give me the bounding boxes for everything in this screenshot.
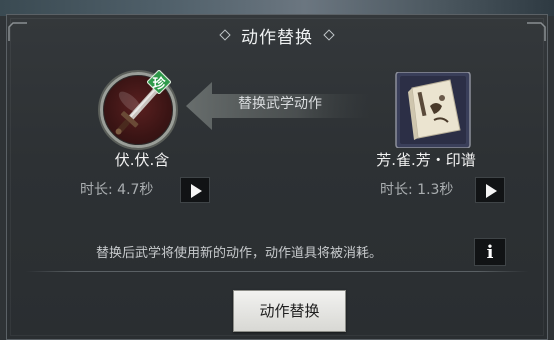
current-move-duration: 时长: 4.7秒 xyxy=(80,182,154,198)
new-move-duration: 时长: 1.3秒 xyxy=(380,182,454,198)
new-move-name: 芳.雀.芳・印谱 xyxy=(376,151,476,169)
info-icon: i xyxy=(486,242,494,263)
dialog-header: 动作替换 xyxy=(0,22,554,48)
play-icon xyxy=(191,184,202,198)
diamond-icon xyxy=(323,29,335,41)
preview-new-move-button[interactable] xyxy=(475,177,505,203)
replace-notice-text: 替换后武学将使用新的动作，动作道具将被消耗。 xyxy=(96,246,383,261)
scroll-book-icon[interactable] xyxy=(394,72,472,148)
diamond-icon xyxy=(219,29,231,41)
preview-current-move-button[interactable] xyxy=(180,177,210,203)
info-button[interactable]: i xyxy=(474,238,506,266)
confirm-replace-button[interactable]: 动作替换 xyxy=(233,290,346,332)
dialog-title: 动作替换 xyxy=(241,27,313,48)
divider xyxy=(26,271,528,272)
play-icon xyxy=(486,184,497,198)
replace-arrow-label: 替换武学动作 xyxy=(238,96,322,112)
rarity-badge-label: 珍 xyxy=(152,77,166,92)
current-move-name: 伏.伏.含 xyxy=(114,151,170,169)
